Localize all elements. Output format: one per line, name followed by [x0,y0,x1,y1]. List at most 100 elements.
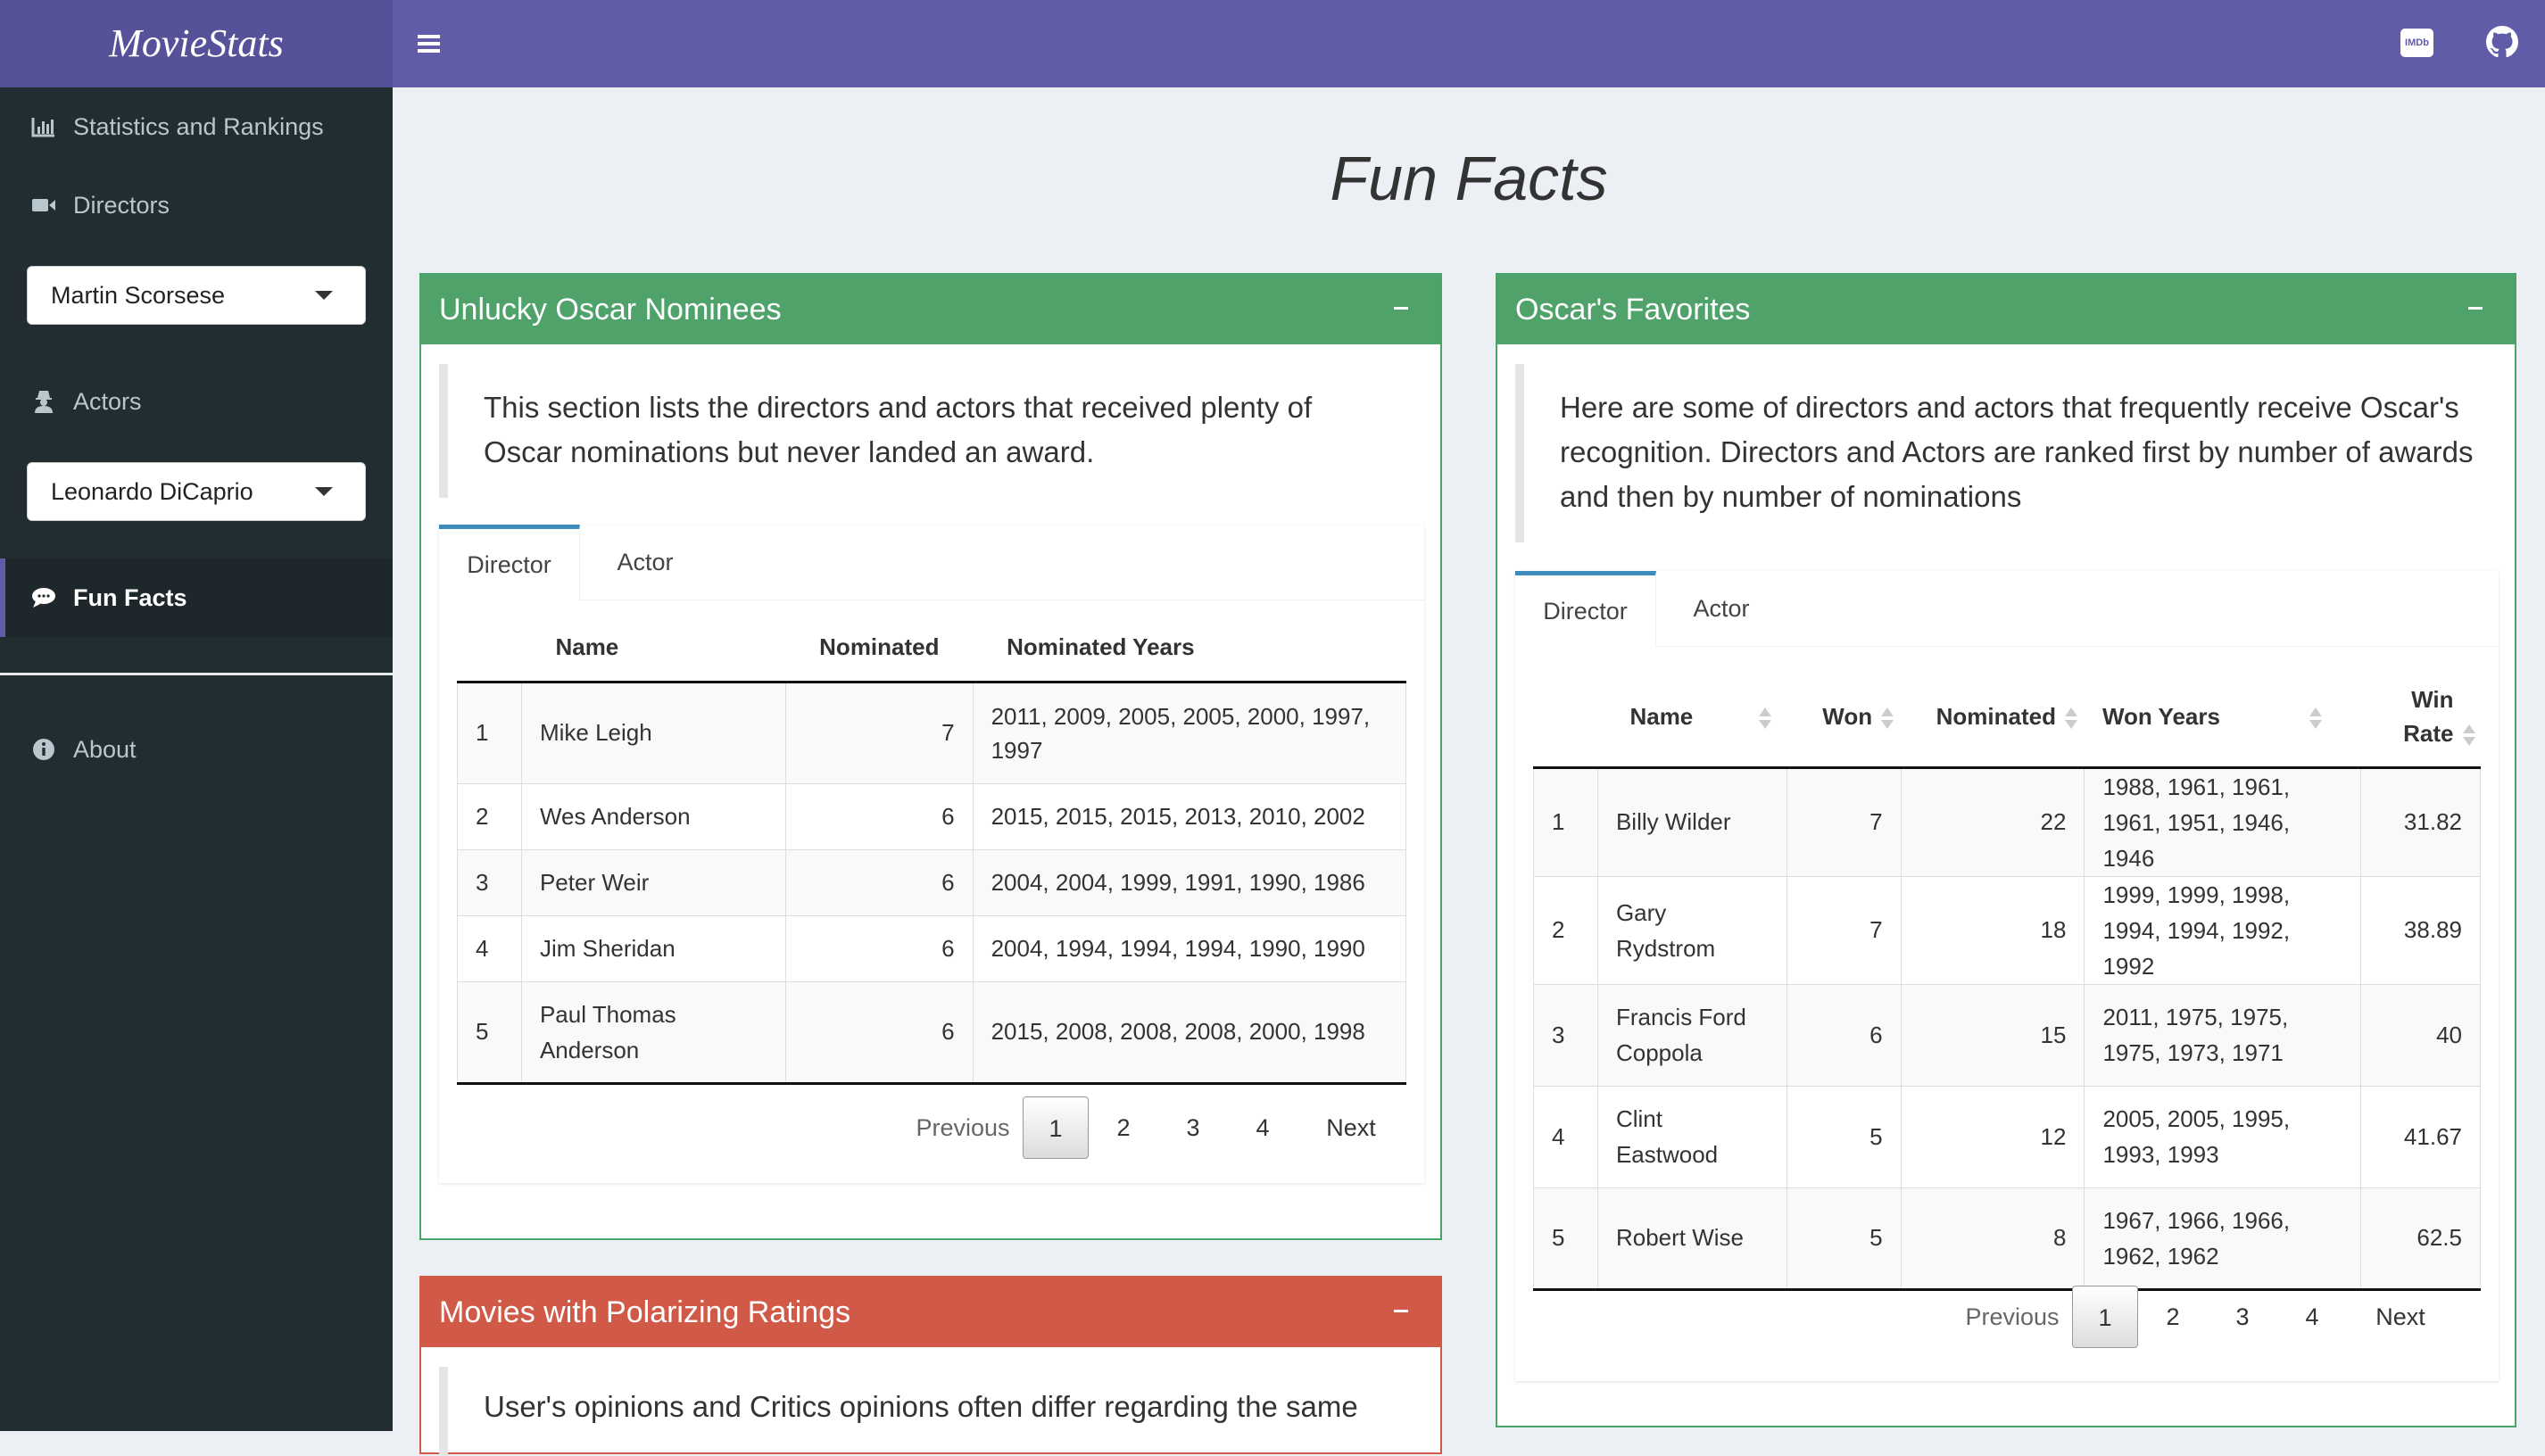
collapse-icon[interactable] [2463,294,2490,321]
column-header-won-years[interactable]: Won Years [2084,667,2361,769]
row-rank: 3 [457,848,522,916]
row-won-years: 1988, 1961, 1961, 1961, 1951, 1946, 1946 [2084,766,2362,877]
pagination-page[interactable]: 4 [1228,1114,1297,1142]
column-label: Won [1822,702,1873,730]
row-years: 2004, 2004, 1999, 1991, 1990, 1986 [972,848,1407,916]
row-name: Gary Rydstrom [1596,875,1787,985]
pagination-page[interactable]: 2 [2138,1303,2208,1331]
row-name: Paul Thomas Anderson [520,980,786,1085]
box-header: Unlucky Oscar Nominees [421,275,1440,344]
column-header-nominated[interactable]: Nominated [1901,667,2085,769]
pagination-page[interactable]: 1 [2072,1286,2138,1348]
sidebar-item-actors[interactable]: Actors [0,362,393,441]
column-header-nominated[interactable]: Nominated [785,614,974,683]
table-row: 1 Billy Wilder 7 22 1988, 1961, 1961, 19… [1533,766,2481,877]
box-title: Oscar's Favorites [1515,292,1751,327]
row-name: Wes Anderson [520,782,786,850]
row-won: 5 [1786,1085,1902,1188]
chevron-down-icon [315,291,333,300]
collapse-icon[interactable] [1389,1297,1415,1324]
box-header: Oscar's Favorites [1497,275,2515,344]
row-won-years: 2005, 2005, 1995, 1993, 1993 [2084,1085,2362,1188]
row-rank: 2 [457,782,522,850]
pagination-page[interactable]: 1 [1023,1096,1089,1159]
row-years: 2015, 2008, 2008, 2008, 2000, 1998 [972,980,1407,1085]
sidebar-item-about[interactable]: About [0,710,393,789]
table-row: 3 Peter Weir 6 2004, 2004, 1999, 1991, 1… [457,848,1407,916]
app-logo[interactable]: MovieStats [0,0,393,87]
hamburger-icon[interactable] [410,25,448,62]
row-nominated: 6 [784,914,974,982]
row-name: Billy Wilder [1596,766,1787,877]
pagination-previous[interactable]: Previous [903,1114,1023,1142]
tab-director[interactable]: Director [439,525,580,601]
tab-actor[interactable]: Actor [1656,571,1786,646]
pagination-page[interactable]: 3 [1158,1114,1228,1142]
row-nominated: 18 [1900,875,2085,985]
box-header: Movies with Polarizing Ratings [421,1278,1440,1347]
column-label: Name [1629,702,1694,730]
sort-icon[interactable] [2309,706,2322,731]
pagination-page[interactable]: 3 [2208,1303,2277,1331]
sidebar-item-label: Statistics and Rankings [73,112,324,140]
table-row: 1 Mike Leigh 7 2011, 2009, 2005, 2005, 2… [457,681,1407,784]
row-years: 2015, 2015, 2015, 2013, 2010, 2002 [972,782,1407,850]
row-win-rate: 40 [2360,983,2481,1087]
column-label: Nominated [1936,702,2056,730]
favorites-table: Name Won Nominated Won Years Win Rate 1 … [1533,667,2481,1291]
sidebar-item-statistics[interactable]: Statistics and Rankings [0,87,393,166]
pagination-page[interactable]: 2 [1089,1114,1158,1142]
row-name: Jim Sheridan [520,914,786,982]
actor-select[interactable]: Leonardo DiCaprio [27,462,366,521]
tab-bar: Director Actor [439,525,1424,601]
unlucky-table: Name Nominated Nominated Years 1 Mike Le… [457,614,1407,1085]
polarizing-description: User's opinions and Critics opinions oft… [439,1367,1385,1456]
tab-actor[interactable]: Actor [580,525,710,600]
oscars-favorites-box: Oscar's Favorites Here are some of direc… [1496,273,2516,1427]
column-header-years[interactable]: Nominated Years [973,614,1406,683]
pagination-previous[interactable]: Previous [1952,1303,2072,1331]
column-header-won[interactable]: Won [1786,667,1902,769]
tab-bar: Director Actor [1515,571,2499,648]
pagination-next[interactable]: Next [2347,1303,2454,1331]
sort-icon[interactable] [2462,723,2475,748]
pagination-page[interactable]: 4 [2277,1303,2347,1331]
row-name: Robert Wise [1596,1187,1787,1291]
row-name: Francis Ford Coppola [1596,983,1787,1087]
table-row: 4 Clint Eastwood 5 12 2005, 2005, 1995, … [1533,1085,2481,1188]
github-icon[interactable] [2486,26,2518,58]
row-won-years: 1999, 1999, 1998, 1994, 1994, 1992, 1992 [2084,875,2362,985]
row-nominated: 6 [784,980,974,1085]
row-rank: 4 [1533,1085,1598,1188]
sort-icon[interactable] [2064,706,2077,731]
box-title: Unlucky Oscar Nominees [439,292,782,327]
row-rank: 2 [1533,875,1598,985]
actor-select-value: Leonardo DiCaprio [51,477,253,505]
director-select-value: Martin Scorsese [51,281,226,309]
sidebar: Statistics and Rankings Directors Martin… [0,87,393,1431]
director-select[interactable]: Martin Scorsese [27,266,366,325]
collapse-icon[interactable] [1389,294,1415,321]
column-header-name[interactable]: Name [1597,667,1787,769]
column-header-win-rate[interactable]: Win Rate [2360,667,2481,769]
pagination-next[interactable]: Next [1297,1114,1405,1142]
column-label: Won Years [2101,702,2220,730]
row-rank: 5 [457,980,522,1085]
bar-chart-icon [30,113,57,140]
sidebar-item-label: Actors [73,387,142,415]
unlucky-nominees-box: Unlucky Oscar Nominees This section list… [419,273,1442,1240]
row-years: 2004, 1994, 1994, 1994, 1990, 1990 [972,914,1407,982]
row-nominated: 8 [1900,1187,2085,1291]
table-row: 2 Wes Anderson 6 2015, 2015, 2015, 2013,… [457,782,1407,850]
imdb-icon[interactable]: IMDb [2400,29,2433,57]
column-header-name[interactable]: Name [521,614,786,683]
tab-director[interactable]: Director [1515,571,1656,648]
sidebar-item-directors[interactable]: Directors [0,166,393,244]
unlucky-description: This section lists the directors and act… [439,364,1385,498]
sort-icon[interactable] [1881,706,1894,731]
comments-icon [30,584,57,611]
sidebar-item-fun-facts[interactable]: Fun Facts [0,558,393,637]
page-title: Fun Facts [1330,144,1608,213]
table-row: 5 Paul Thomas Anderson 6 2015, 2008, 200… [457,980,1407,1085]
sort-icon[interactable] [1759,706,1772,731]
